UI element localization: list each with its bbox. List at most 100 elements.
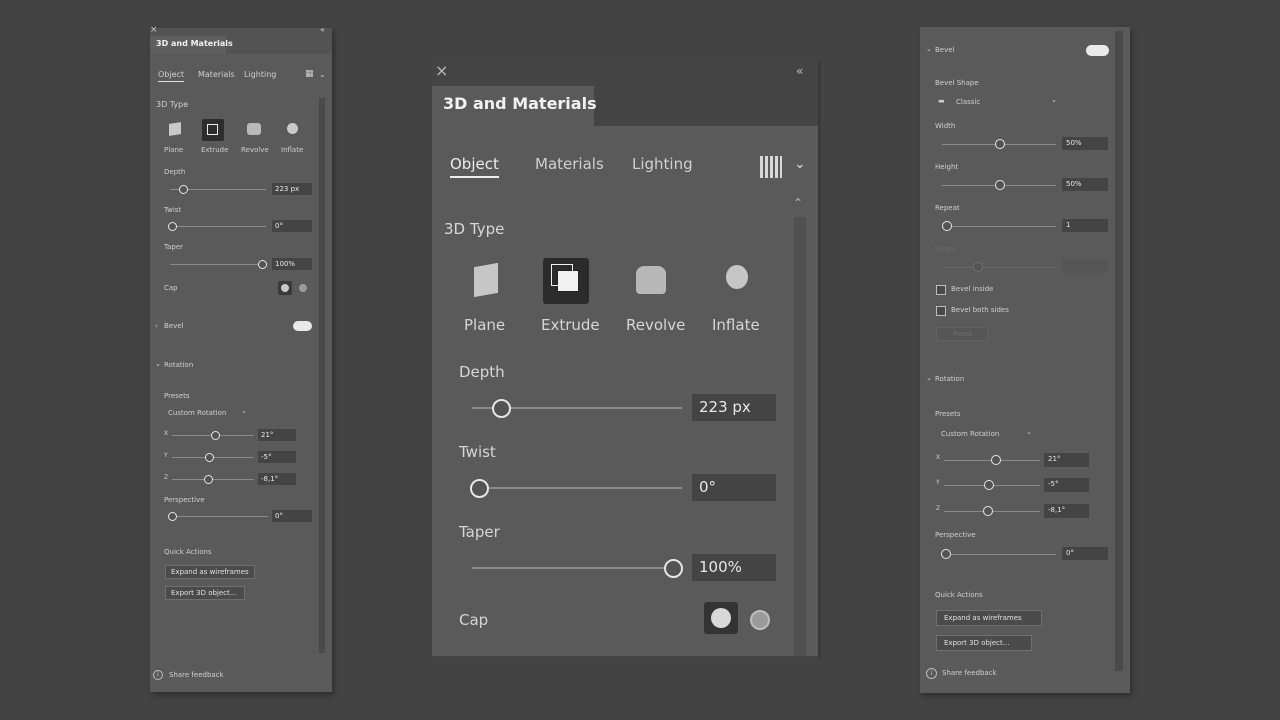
- plane-icon[interactable]: [474, 262, 498, 298]
- z-field[interactable]: -8,1°: [258, 473, 296, 485]
- twist-slider-track[interactable]: [170, 226, 266, 227]
- chevron-down-icon[interactable]: ⌄: [794, 156, 806, 172]
- extrude-icon[interactable]: [202, 119, 224, 141]
- bevel-chevron-icon[interactable]: ⌄: [926, 45, 932, 53]
- tab-materials[interactable]: Materials: [535, 155, 604, 173]
- cap-on-icon[interactable]: [278, 281, 292, 295]
- width-field[interactable]: 50%: [1062, 137, 1108, 150]
- perspective-field[interactable]: 0°: [1062, 547, 1108, 560]
- taper-slider-knob[interactable]: [258, 260, 267, 269]
- x-field[interactable]: 21°: [1044, 453, 1089, 467]
- taper-field[interactable]: 100%: [272, 258, 312, 270]
- y-slider-knob[interactable]: [984, 480, 994, 490]
- y-value: -5°: [261, 453, 272, 461]
- inflate-icon[interactable]: [726, 265, 748, 289]
- x-slider-knob[interactable]: [211, 431, 220, 440]
- twist-slider-knob[interactable]: [168, 222, 177, 231]
- z-field[interactable]: -8,1°: [1044, 504, 1089, 518]
- export-3d-button[interactable]: Export 3D object...: [936, 635, 1032, 651]
- twist-slider-track[interactable]: [472, 487, 682, 489]
- perspective-slider-track[interactable]: [942, 554, 1056, 555]
- quick-actions-label: Quick Actions: [164, 548, 212, 556]
- render-icon[interactable]: [760, 156, 782, 178]
- rotation-chevron-icon[interactable]: ⌄: [926, 374, 932, 382]
- scrollbar[interactable]: [794, 217, 806, 656]
- collapse-icon[interactable]: «: [320, 25, 325, 34]
- x-slider-knob[interactable]: [991, 455, 1001, 465]
- perspective-slider-knob[interactable]: [168, 512, 177, 521]
- collapse-icon[interactable]: «: [796, 64, 803, 78]
- depth-slider-knob[interactable]: [179, 185, 188, 194]
- bevel-inside-checkbox[interactable]: [936, 285, 946, 295]
- render-icon[interactable]: ▦: [305, 69, 314, 79]
- expand-wireframes-button[interactable]: Expand as wireframes: [165, 565, 255, 579]
- bevel-toggle[interactable]: [1086, 45, 1109, 56]
- preset-select[interactable]: Custom Rotation: [941, 430, 999, 438]
- y-slider-knob[interactable]: [205, 453, 214, 462]
- expand-wireframes-button[interactable]: Expand as wireframes: [936, 610, 1042, 626]
- bevel-shape-chevron-icon[interactable]: ⌄: [1051, 96, 1057, 104]
- plane-icon[interactable]: [169, 122, 181, 136]
- cap-label: Cap: [164, 284, 178, 292]
- panel-tab[interactable]: 3D and Materials: [150, 36, 233, 54]
- twist-field[interactable]: 0°: [272, 220, 312, 232]
- cap-off-icon[interactable]: [299, 284, 307, 292]
- preset-chevron-icon[interactable]: ⌄: [241, 407, 247, 415]
- height-field[interactable]: 50%: [1062, 178, 1108, 191]
- x-field[interactable]: 21°: [258, 429, 296, 441]
- z-slider-track[interactable]: [172, 479, 254, 480]
- tab-lighting[interactable]: Lighting: [632, 155, 693, 173]
- scroll-up-icon[interactable]: ⌃: [793, 196, 803, 210]
- tab-object[interactable]: Object: [158, 70, 185, 82]
- revolve-icon[interactable]: [636, 266, 666, 294]
- perspective-slider-track[interactable]: [170, 516, 268, 517]
- perspective-label: Perspective: [935, 531, 976, 539]
- depth-slider-knob[interactable]: [492, 399, 511, 418]
- twist-slider-knob[interactable]: [470, 479, 489, 498]
- taper-slider-track[interactable]: [170, 264, 266, 265]
- twist-label: Twist: [459, 443, 496, 461]
- revolve-icon[interactable]: [247, 123, 261, 135]
- close-icon[interactable]: ×: [150, 25, 158, 35]
- y-field[interactable]: -5°: [1044, 478, 1089, 492]
- inflate-icon[interactable]: [287, 123, 298, 134]
- width-slider-knob[interactable]: [995, 139, 1005, 149]
- scrollbar[interactable]: [1115, 31, 1123, 671]
- taper-slider-track[interactable]: [472, 567, 682, 569]
- height-slider-knob[interactable]: [995, 180, 1005, 190]
- extrude-icon[interactable]: [543, 258, 589, 304]
- preset-select[interactable]: Custom Rotation: [168, 409, 226, 417]
- twist-field[interactable]: 0°: [692, 474, 776, 501]
- height-value: 50%: [1066, 180, 1082, 188]
- cap-off-icon[interactable]: [750, 610, 770, 630]
- scrollbar[interactable]: [319, 98, 325, 653]
- cap-on-icon[interactable]: [704, 602, 738, 634]
- bevel-both-checkbox[interactable]: [936, 306, 946, 316]
- repeat-field[interactable]: 1: [1062, 219, 1108, 232]
- export-3d-button[interactable]: Export 3D object...: [165, 586, 245, 600]
- preset-chevron-icon[interactable]: ⌄: [1026, 428, 1032, 436]
- panel-tab[interactable]: 3D and Materials: [432, 86, 597, 128]
- bevel-shape-select[interactable]: Classic: [956, 98, 980, 106]
- taper-field[interactable]: 100%: [692, 554, 776, 581]
- depth-field[interactable]: 223 px: [272, 183, 312, 195]
- repeat-slider-knob[interactable]: [942, 221, 952, 231]
- tab-lighting[interactable]: Lighting: [244, 70, 276, 79]
- tab-materials[interactable]: Materials: [198, 70, 235, 79]
- repeat-slider-track[interactable]: [942, 226, 1056, 227]
- rotation-chevron-icon[interactable]: ⌄: [155, 360, 161, 368]
- tab-object[interactable]: Object: [450, 155, 499, 178]
- share-feedback-link[interactable]: Share feedback: [942, 669, 997, 677]
- close-icon[interactable]: ×: [435, 61, 448, 80]
- bevel-toggle[interactable]: [293, 321, 312, 331]
- taper-slider-knob[interactable]: [664, 559, 683, 578]
- perspective-field[interactable]: 0°: [272, 510, 312, 522]
- share-feedback-link[interactable]: Share feedback: [169, 671, 224, 679]
- y-field[interactable]: -5°: [258, 451, 296, 463]
- perspective-slider-knob[interactable]: [941, 549, 951, 559]
- depth-field[interactable]: 223 px: [692, 394, 776, 421]
- chevron-down-icon[interactable]: ⌄: [319, 70, 326, 79]
- bevel-chevron-icon[interactable]: ›: [155, 322, 158, 330]
- z-slider-knob[interactable]: [983, 506, 993, 516]
- z-slider-knob[interactable]: [204, 475, 213, 484]
